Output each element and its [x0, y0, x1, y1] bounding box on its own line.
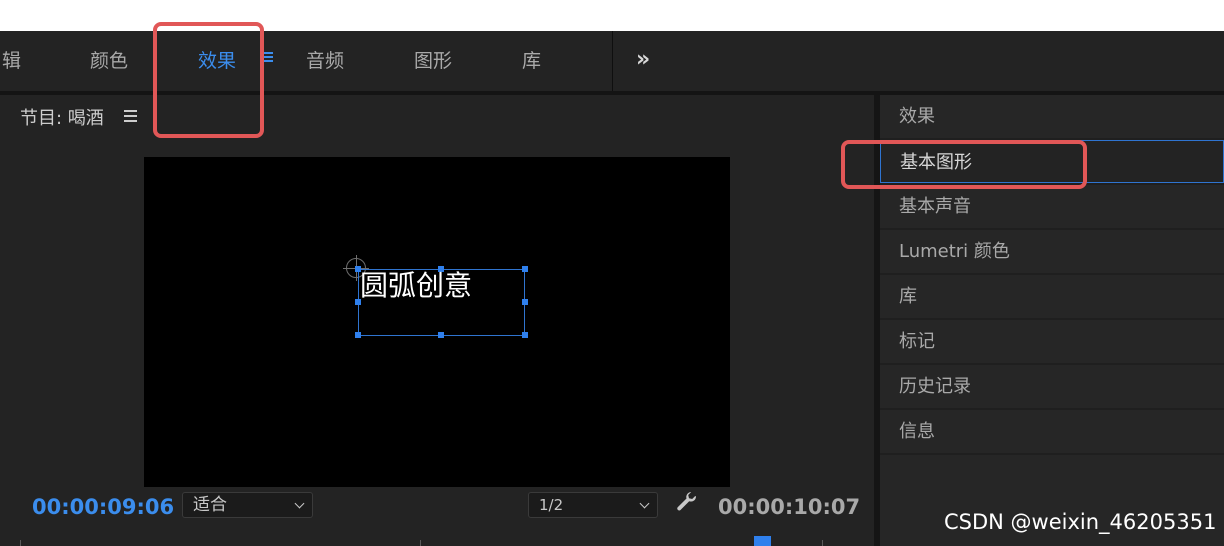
panel-tab-info[interactable]: 信息: [880, 410, 1224, 453]
resize-handle[interactable]: [522, 332, 528, 338]
ruler-tick: [420, 540, 421, 546]
highlight-annotation-essential-graphics: [841, 140, 1087, 189]
current-timecode[interactable]: 00:00:09:06: [32, 495, 174, 519]
resize-handle[interactable]: [522, 266, 528, 272]
tab-color[interactable]: 颜色: [90, 31, 128, 91]
panel-tab-effects[interactable]: 效果: [880, 95, 1224, 138]
playhead-handle[interactable]: [754, 536, 771, 546]
panel-tab-history[interactable]: 历史记录: [880, 365, 1224, 408]
panel-tab-essential-sound[interactable]: 基本声音: [880, 185, 1224, 228]
watermark: CSDN @weixin_46205351: [944, 510, 1217, 534]
tab-audio[interactable]: 音频: [306, 31, 344, 91]
playback-resolution-select[interactable]: 1/2: [528, 492, 658, 518]
resize-handle[interactable]: [522, 299, 528, 305]
premiere-window: 辑 颜色 效果 音频 图形 库 » 节目: 喝酒 圆弧创意 00:00:09:0…: [0, 0, 1224, 546]
tab-graphics[interactable]: 图形: [414, 31, 452, 91]
video-frame[interactable]: 圆弧创意: [144, 157, 730, 487]
panel-tab-libraries[interactable]: 库: [880, 275, 1224, 318]
monitor-menu-icon[interactable]: [124, 110, 137, 123]
monitor-title[interactable]: 节目: 喝酒: [20, 104, 104, 130]
wrench-icon[interactable]: [675, 491, 699, 515]
graphic-text-layer[interactable]: 圆弧创意: [360, 264, 472, 304]
playback-resolution-value: 1/2: [539, 496, 564, 514]
chevron-down-icon: [639, 498, 650, 509]
tab-separator: [612, 31, 613, 91]
fit-zoom-value: 适合: [193, 495, 227, 515]
ruler-tick: [822, 540, 823, 546]
resize-handle[interactable]: [438, 332, 444, 338]
duration-timecode: 00:00:10:07: [718, 495, 861, 519]
tab-edit[interactable]: 辑: [2, 31, 21, 91]
panel-tab-markers[interactable]: 标记: [880, 320, 1224, 363]
chevron-down-icon: [294, 498, 305, 509]
program-monitor: 节目: 喝酒 圆弧创意 00:00:09:06 适合 1/2 00:00:10:…: [0, 95, 874, 546]
chevron-double-right-icon[interactable]: »: [636, 31, 650, 91]
resize-handle[interactable]: [355, 332, 361, 338]
ruler-tick: [20, 540, 21, 546]
panel-tab-lumetri-color[interactable]: Lumetri 颜色: [880, 230, 1224, 273]
tab-libraries[interactable]: 库: [522, 31, 541, 91]
highlight-annotation-effects-tab: [153, 22, 264, 138]
fit-zoom-select[interactable]: 适合: [182, 492, 313, 518]
